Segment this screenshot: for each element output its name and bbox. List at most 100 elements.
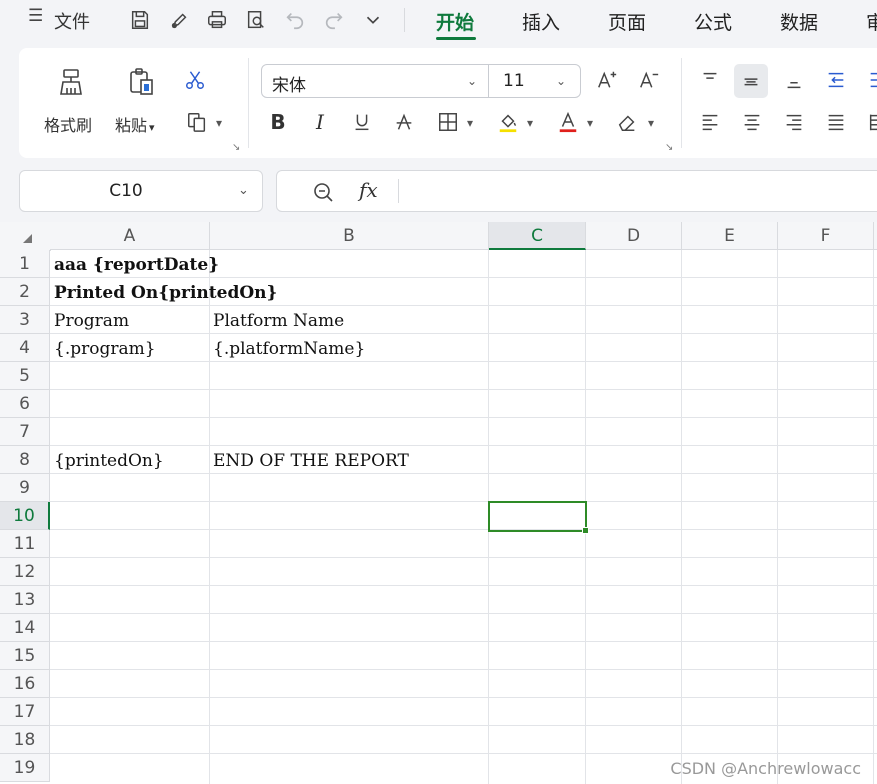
align-bottom-icon[interactable] (780, 66, 808, 94)
row-header-9[interactable]: 9 (0, 474, 50, 502)
align-middle-icon[interactable] (734, 64, 768, 98)
paste-icon[interactable] (121, 64, 161, 100)
select-all-corner[interactable] (0, 222, 51, 251)
decrease-font-size-icon[interactable] (635, 66, 663, 94)
save-icon[interactable] (125, 6, 155, 34)
font-name-chevron-icon[interactable]: ⌄ (467, 74, 477, 88)
name-box-value[interactable]: C10 (20, 181, 232, 201)
clear-format-dropdown-chevron-icon[interactable]: ▾ (648, 116, 654, 130)
cell-a4[interactable]: {.program} (50, 334, 156, 362)
italic-icon[interactable]: I (306, 108, 334, 136)
increase-indent-icon[interactable] (864, 66, 877, 94)
column-header-b[interactable]: B (210, 222, 489, 250)
row-header-3[interactable]: 3 (0, 306, 50, 334)
font-name-value[interactable]: 宋体 (272, 71, 306, 96)
font-size-value[interactable]: 11 (503, 71, 525, 91)
file-menu[interactable]: 文件 (54, 8, 90, 34)
underline-icon[interactable] (348, 108, 376, 136)
align-left-icon[interactable] (696, 108, 724, 136)
print-preview-icon[interactable] (241, 6, 271, 34)
name-box[interactable]: C10 ⌄ (19, 170, 263, 212)
zoom-search-icon[interactable] (311, 180, 335, 204)
tab-formulas[interactable]: 公式 (694, 8, 732, 35)
row-header-7[interactable]: 7 (0, 418, 50, 446)
align-top-icon[interactable] (696, 66, 724, 94)
cell-a8[interactable]: {printedOn} (50, 446, 164, 474)
column-header-d[interactable]: D (586, 222, 682, 250)
font-color-dropdown-chevron-icon[interactable]: ▾ (587, 116, 593, 130)
row-header-4[interactable]: 4 (0, 334, 50, 362)
row-header-8[interactable]: 8 (0, 446, 50, 474)
tab-insert[interactable]: 插入 (522, 8, 560, 35)
borders-icon[interactable] (434, 108, 462, 136)
row-header-15[interactable]: 15 (0, 642, 50, 670)
distributed-align-icon[interactable] (864, 108, 877, 136)
format-painter-label[interactable]: 格式刷 (44, 112, 92, 136)
copy-icon[interactable] (183, 108, 211, 136)
justify-icon[interactable] (822, 108, 850, 136)
cell-a1[interactable]: aaa {reportDate} (50, 250, 219, 278)
increase-font-size-icon[interactable] (593, 66, 621, 94)
clear-format-eraser-icon[interactable] (613, 108, 641, 136)
pen-icon[interactable] (164, 6, 194, 34)
row-header-18[interactable]: 18 (0, 726, 50, 754)
row-header-6[interactable]: 6 (0, 390, 50, 418)
tab-review[interactable]: 审 (866, 8, 877, 35)
active-tab-indicator (436, 37, 476, 40)
font-launcher-icon[interactable]: ↘ (665, 142, 673, 153)
strikethrough-icon[interactable] (390, 108, 418, 136)
align-center-icon[interactable] (738, 108, 766, 136)
name-box-chevron-icon[interactable]: ⌄ (238, 183, 249, 198)
font-box-divider (488, 65, 489, 97)
more-chevron-icon[interactable] (358, 6, 388, 34)
bold-icon[interactable]: B (264, 108, 292, 136)
redo-icon[interactable] (319, 6, 349, 34)
column-header-c[interactable]: C (489, 222, 586, 250)
row-header-2[interactable]: 2 (0, 278, 50, 306)
font-size-chevron-icon[interactable]: ⌄ (556, 74, 566, 88)
column-header-e[interactable]: E (682, 222, 778, 250)
cell-a3[interactable]: Program (50, 306, 129, 334)
tab-home[interactable]: 开始 (436, 8, 474, 35)
row-header-1[interactable]: 1 (0, 250, 50, 278)
gridline (50, 529, 877, 530)
fx-icon[interactable]: fx (359, 178, 378, 202)
gridline (50, 697, 877, 698)
row-header-17[interactable]: 17 (0, 698, 50, 726)
row-header-13[interactable]: 13 (0, 586, 50, 614)
selected-cell-c10[interactable] (488, 501, 589, 534)
format-painter-icon[interactable] (51, 64, 91, 100)
row-header-12[interactable]: 12 (0, 558, 50, 586)
formula-bar: fx (276, 170, 877, 212)
cell-b4[interactable]: {.platformName} (209, 334, 365, 362)
font-selector[interactable]: 宋体 ⌄ 11 ⌄ (261, 64, 581, 98)
decrease-indent-icon[interactable] (822, 66, 850, 94)
font-color-icon[interactable] (554, 108, 582, 136)
align-right-icon[interactable] (780, 108, 808, 136)
clipboard-launcher-icon[interactable]: ↘ (232, 142, 240, 153)
cell-b8[interactable]: END OF THE REPORT (209, 446, 409, 474)
row-header-5[interactable]: 5 (0, 362, 50, 390)
copy-dropdown-chevron-icon[interactable]: ▾ (216, 116, 222, 130)
row-header-19[interactable]: 19 (0, 754, 50, 782)
row-header-16[interactable]: 16 (0, 670, 50, 698)
column-header-a[interactable]: A (50, 222, 210, 250)
tab-data[interactable]: 数据 (780, 8, 818, 35)
borders-dropdown-chevron-icon[interactable]: ▾ (467, 116, 473, 130)
fill-color-dropdown-chevron-icon[interactable]: ▾ (527, 116, 533, 130)
row-header-14[interactable]: 14 (0, 614, 50, 642)
tab-page[interactable]: 页面 (608, 8, 646, 35)
row-header-11[interactable]: 11 (0, 530, 50, 558)
gridline (50, 445, 877, 446)
print-icon[interactable] (202, 6, 232, 34)
cut-icon[interactable] (181, 66, 209, 94)
row-header-10[interactable]: 10 (0, 502, 50, 530)
fill-color-icon[interactable] (494, 108, 522, 136)
hamburger-menu-icon[interactable]: ☰ (28, 6, 43, 26)
gridline (50, 669, 877, 670)
undo-icon[interactable] (280, 6, 310, 34)
column-header-f[interactable]: F (778, 222, 874, 250)
paste-button[interactable]: 粘贴 ▾ (115, 112, 155, 136)
cell-b3[interactable]: Platform Name (209, 306, 344, 334)
cell-a2[interactable]: Printed On{printedOn} (50, 278, 277, 306)
